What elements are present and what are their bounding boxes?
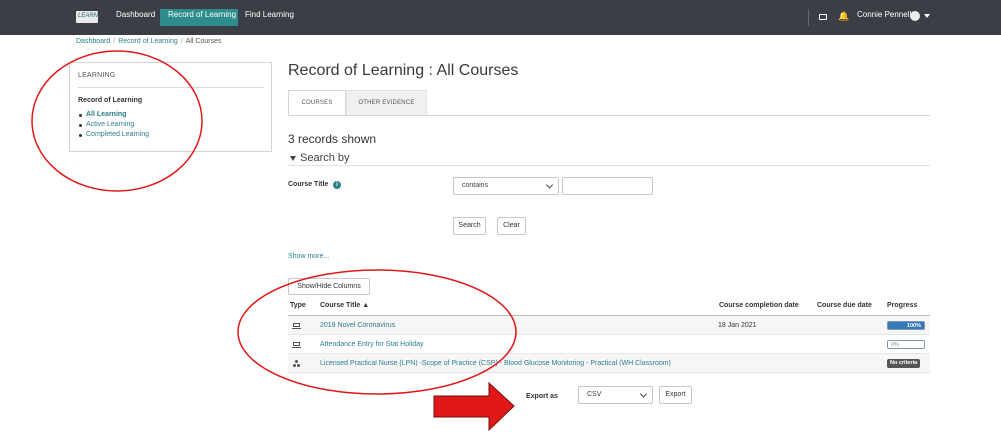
breadcrumb: Dashboard / Record of Learning / All Courses [76,38,222,45]
export-as-label: Export as [526,393,558,400]
sidebar-item-all-learning[interactable]: All Learning [78,110,149,120]
sort-ascending-icon: ▲ [362,302,370,309]
page-title: Record of Learning : All Courses [288,62,519,79]
top-navbar: LEARN Dashboard Record of Learning Find … [0,0,1001,35]
records-count: 3 records shown [288,132,377,146]
operator-select[interactable]: contains [453,177,559,195]
column-header-completion-date[interactable]: Course completion date [719,302,799,309]
side-panel-section: Record of Learning [78,97,143,104]
no-criteria-badge: No criteria [887,359,921,368]
info-icon[interactable]: i [333,181,341,189]
operator-select-value: contains [462,182,489,189]
divider [288,165,930,166]
nav-divider [808,9,809,26]
show-hide-columns-button[interactable]: Show/Hide Columns [288,278,370,295]
chevron-down-icon [545,181,554,189]
course-title-input[interactable] [562,177,653,195]
nav-record-of-learning[interactable]: Record of Learning [168,10,236,19]
tab-other-evidence[interactable]: OTHER EVIDENCE [346,90,427,116]
annotation-arrow [433,381,515,432]
nav-find-learning[interactable]: Find Learning [245,10,294,19]
export-format-select[interactable]: CSV [578,386,653,404]
search-by-toggle[interactable]: Search by [290,152,350,164]
breadcrumb-dashboard[interactable]: Dashboard [76,38,110,45]
table-row: Licensed Practical Nurse (LPN) -Scope of… [288,354,930,373]
progress-text: 0% [891,342,899,348]
laptop-icon [292,342,301,348]
search-button[interactable]: Search [453,217,486,235]
side-panel-list: All Learning Active Learning Completed L… [78,110,149,140]
course-title-link[interactable]: Attendance Entry for Stat Holiday [320,341,424,348]
user-name[interactable]: Connie Pennell [857,10,911,19]
completion-date: 18 Jan 2021 [718,322,757,329]
learning-side-panel: LEARNING Record of Learning All Learning… [69,62,272,152]
mail-icon[interactable] [819,14,827,20]
column-header-type[interactable]: Type [290,302,306,309]
breadcrumb-record-of-learning[interactable]: Record of Learning [118,38,178,45]
course-title-link[interactable]: Licensed Practical Nurse (LPN) -Scope of… [320,360,671,367]
column-header-course-title-label: Course Title [320,302,361,309]
nav-dashboard[interactable]: Dashboard [116,10,155,19]
divider [288,115,930,116]
chevron-down-icon [639,390,648,398]
caret-down-icon [290,155,296,161]
sidebar-item-completed-learning[interactable]: Completed Learning [78,130,149,140]
breadcrumb-current: All Courses [185,38,222,45]
laptop-icon [292,323,301,329]
show-more-link[interactable]: Show more... [288,253,329,260]
bell-icon[interactable]: 🔔 [838,11,849,21]
table-row: 2019 Novel Coronavirus 18 Jan 2021 100% [288,316,930,335]
classroom-icon [293,360,301,367]
avatar[interactable] [910,11,920,21]
site-logo[interactable]: LEARN [76,11,98,23]
search-by-label: Search by [300,152,350,164]
user-menu-caret-icon[interactable] [924,14,930,18]
divider [78,87,264,88]
column-header-course-title[interactable]: Course Title ▲ [320,302,369,309]
clear-button[interactable]: Clear [497,217,526,235]
sidebar-item-active-learning[interactable]: Active Learning [78,120,149,130]
tab-courses[interactable]: COURSES [288,90,346,116]
column-header-progress[interactable]: Progress [887,302,917,309]
course-title-link[interactable]: 2019 Novel Coronavirus [320,322,395,329]
column-header-due-date[interactable]: Course due date [817,302,872,309]
side-panel-title: LEARNING [78,72,116,79]
progress-bar: 100% [887,321,925,330]
table-row: Attendance Entry for Stat Holiday 0% [288,335,930,354]
breadcrumb-separator: / [180,38,183,45]
course-title-filter-label: Course Title [288,181,329,188]
progress-bar: 0% [887,340,925,349]
logo-text: LEARN [78,13,99,19]
breadcrumb-separator: / [113,38,116,45]
export-format-value: CSV [587,391,602,398]
export-button[interactable]: Export [659,386,692,404]
progress-text: 100% [906,323,921,329]
